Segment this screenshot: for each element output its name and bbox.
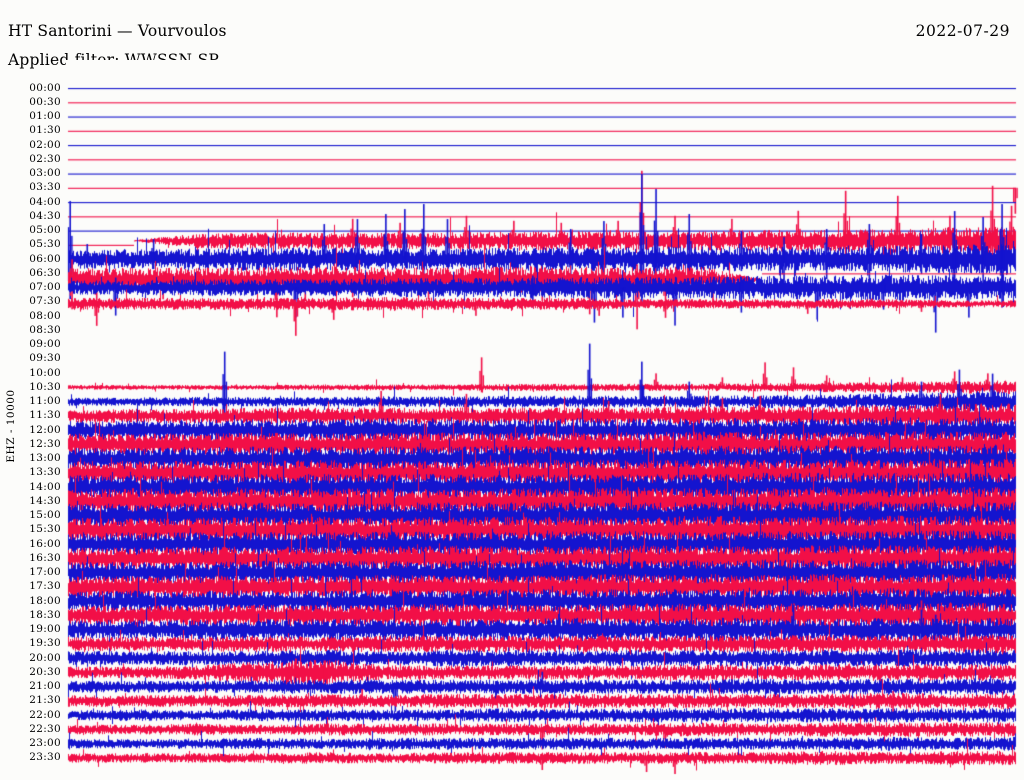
- time-label: 07:00: [29, 281, 61, 294]
- time-label: 09:00: [29, 338, 61, 351]
- time-label: 03:00: [29, 167, 61, 180]
- time-label: 16:30: [29, 551, 61, 564]
- time-label: 11:30: [29, 409, 61, 422]
- time-axis: 00:00 00:30 01:00 01:30 02:00 02:30 03:00 03:30…: [0, 0, 64, 780]
- time-label: 16:00: [29, 537, 61, 550]
- time-label: 19:30: [29, 637, 61, 650]
- time-label: 20:00: [29, 651, 61, 664]
- time-label: 10:00: [29, 366, 61, 379]
- time-label: 05:00: [29, 224, 61, 237]
- time-label: 19:00: [29, 623, 61, 636]
- time-label: 00:30: [29, 95, 61, 108]
- time-label: 13:30: [29, 466, 61, 479]
- time-label: 18:30: [29, 608, 61, 621]
- time-label: 08:30: [29, 323, 61, 336]
- time-label: 02:00: [29, 138, 61, 151]
- time-label: 20:30: [29, 665, 61, 678]
- time-label: 09:30: [29, 352, 61, 365]
- time-label: 13:00: [29, 452, 61, 465]
- time-label: 23:00: [29, 737, 61, 750]
- time-label: 04:30: [29, 209, 61, 222]
- helicorder-page: HT Santorini — Vourvoulos 2022-07-29 App…: [0, 0, 1024, 780]
- time-label: 18:00: [29, 594, 61, 607]
- time-label: 02:30: [29, 152, 61, 165]
- time-label: 03:30: [29, 181, 61, 194]
- time-label: 21:30: [29, 694, 61, 707]
- time-label: 17:00: [29, 566, 61, 579]
- time-label: 01:30: [29, 124, 61, 137]
- time-label: 11:00: [29, 395, 61, 408]
- time-label: 04:00: [29, 195, 61, 208]
- time-label: 06:30: [29, 266, 61, 279]
- time-label: 17:30: [29, 580, 61, 593]
- plot-date: 2022-07-29: [915, 22, 1010, 40]
- time-label: 22:00: [29, 708, 61, 721]
- time-label: 14:30: [29, 494, 61, 507]
- time-label: 12:30: [29, 437, 61, 450]
- time-label: 15:30: [29, 523, 61, 536]
- time-label: 12:00: [29, 423, 61, 436]
- time-label: 22:30: [29, 722, 61, 735]
- time-label: 21:00: [29, 680, 61, 693]
- time-label: 06:00: [29, 252, 61, 265]
- time-label: 10:30: [29, 380, 61, 393]
- time-label: 05:30: [29, 238, 61, 251]
- helicorder-plot: [66, 60, 1024, 780]
- time-label: 01:00: [29, 110, 61, 122]
- time-label: 14:00: [29, 480, 61, 493]
- time-label: 23:30: [29, 751, 61, 764]
- time-label: 00:00: [29, 81, 61, 94]
- time-label: 08:00: [29, 309, 61, 322]
- time-label: 07:30: [29, 295, 61, 308]
- time-label: 15:00: [29, 509, 61, 522]
